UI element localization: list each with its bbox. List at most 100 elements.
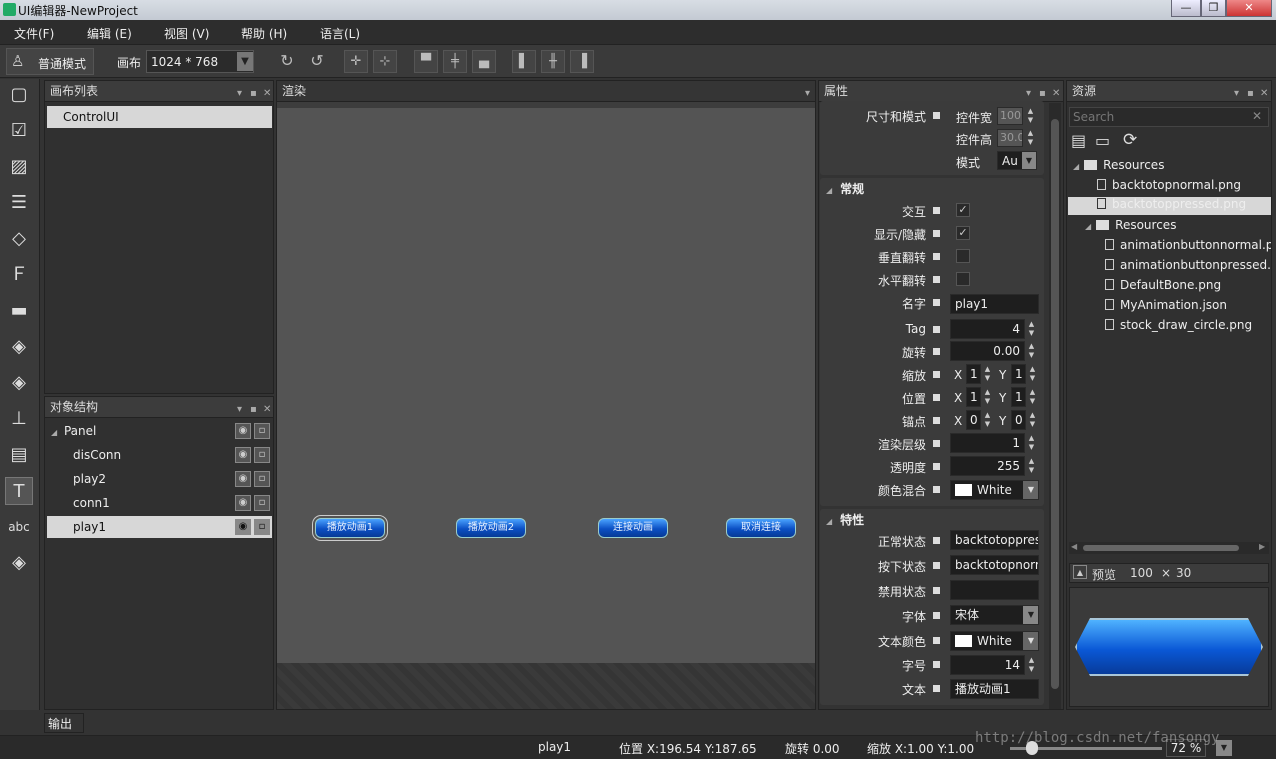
minimize-button[interactable]: — — [1171, 0, 1201, 17]
align-bottom-icon[interactable]: ▄ — [472, 50, 496, 73]
scale-y-input[interactable]: 1 — [1011, 364, 1026, 384]
rotate-ccw-icon[interactable]: ↺ — [305, 50, 329, 73]
spinner-icon[interactable]: ▲ ▼ — [1025, 107, 1036, 125]
open-folder-icon[interactable]: ▭ — [1095, 131, 1110, 150]
visibility-eye-icon[interactable]: ◉ — [235, 447, 251, 463]
collapse-arrow-icon[interactable]: ◢ — [826, 186, 832, 195]
tag-input[interactable]: 4 — [950, 319, 1025, 339]
text-input[interactable]: 播放动画1 — [950, 679, 1039, 699]
align-right-icon[interactable]: ▐ — [570, 50, 594, 73]
align-top-icon[interactable]: ▀ — [414, 50, 438, 73]
spinner-icon[interactable]: ▲ ▼ — [1025, 129, 1036, 147]
align-middle-icon[interactable]: ⊹ — [373, 50, 397, 73]
spinner-icon[interactable]: ▲ ▼ — [982, 365, 993, 383]
rotate-cw-icon[interactable]: ↻ — [275, 50, 299, 73]
mode-select[interactable]: Au ▼ — [997, 151, 1037, 170]
menu-view[interactable]: 视图 (V) — [164, 25, 209, 42]
tree-row-conn1[interactable]: conn1 ◉ ▫ — [47, 492, 272, 514]
tree-row-play1[interactable]: play1 ◉ ▫ — [47, 516, 272, 538]
spinner-icon[interactable]: ▲ ▼ — [1026, 434, 1037, 452]
menu-help[interactable]: 帮助 (H) — [241, 25, 287, 42]
scrollbar-thumb[interactable] — [1051, 119, 1059, 689]
close-icon[interactable]: ✕ — [1052, 84, 1060, 104]
canvas-button-disconn[interactable]: 取消连接 — [726, 518, 796, 538]
stack-widget-icon[interactable]: ◈ — [5, 549, 33, 577]
zorder-input[interactable]: 1 — [950, 433, 1025, 453]
spinner-icon[interactable]: ▲ ▼ — [1026, 457, 1037, 475]
search-input[interactable] — [1070, 108, 1248, 126]
tree-file-item[interactable]: backtotopnormal.png — [1097, 178, 1241, 192]
font-select[interactable]: 宋体 ▼ — [950, 605, 1039, 625]
visibility-eye-icon[interactable]: ◉ — [235, 423, 251, 439]
lock-box-icon[interactable]: ▫ — [254, 519, 270, 535]
spinner-icon[interactable]: ▲ ▼ — [1027, 388, 1038, 406]
refresh-icon[interactable]: ⟳ — [1123, 130, 1137, 150]
scale-x-input[interactable]: 1 — [966, 364, 981, 384]
spinner-icon[interactable]: ▲ ▼ — [982, 411, 993, 429]
new-file-icon[interactable]: ▤ — [1071, 131, 1086, 150]
close-icon[interactable]: ✕ — [1260, 84, 1268, 104]
tree-file-item[interactable]: MyAnimation.json — [1105, 298, 1227, 312]
spinner-icon[interactable]: ▲ ▼ — [1026, 320, 1037, 338]
layers-widget-icon[interactable]: ◈ — [5, 333, 33, 361]
opacity-input[interactable]: 255 — [950, 456, 1025, 476]
position-x-input[interactable]: 1 — [966, 387, 981, 407]
expand-arrow-icon[interactable]: ◢ — [1073, 162, 1079, 171]
chevron-down-icon[interactable]: ▼ — [1023, 606, 1038, 624]
hflip-checkbox[interactable] — [956, 272, 970, 286]
mode-button[interactable]: ♙ 普通模式 — [6, 48, 94, 75]
vflip-checkbox[interactable] — [956, 249, 970, 263]
show-hide-checkbox[interactable]: ✓ — [956, 226, 970, 240]
text-color-select[interactable]: White ▼ — [950, 631, 1039, 651]
chevron-down-icon[interactable]: ▼ — [1023, 632, 1038, 650]
anchor-x-input[interactable]: 0 — [966, 410, 981, 430]
visibility-eye-icon[interactable]: ◉ — [235, 519, 251, 535]
canvas-button-conn1[interactable]: 连接动画 — [598, 518, 668, 538]
checkbox-widget-icon[interactable]: ☑ — [5, 117, 33, 145]
list-widget-icon[interactable]: ☰ — [5, 189, 33, 217]
lock-box-icon[interactable]: ▫ — [254, 447, 270, 463]
tree-folder-resources[interactable]: ◢ Resources — [1073, 158, 1164, 172]
collapse-arrow-icon[interactable]: ◢ — [826, 517, 832, 526]
font-widget-icon[interactable]: Ｆ — [5, 261, 33, 289]
output-tab[interactable]: 输出 — [44, 713, 84, 733]
chevron-down-icon[interactable]: ▼ — [1022, 152, 1036, 169]
tree-row-disconn[interactable]: disConn ◉ ▫ — [47, 444, 272, 466]
chevron-down-icon[interactable]: ▼ — [1023, 481, 1038, 499]
height-input[interactable]: 30.0 — [997, 129, 1023, 147]
tree-folder-resources-sub[interactable]: ◢ Resources — [1085, 218, 1176, 232]
normal-state-input[interactable]: backtotoppressed.png — [950, 530, 1039, 550]
menu-language[interactable]: 语言(L) — [320, 25, 360, 42]
canvas-button-play1[interactable]: 播放动画1 — [312, 515, 388, 541]
scroll-left-icon[interactable]: ◀ — [1071, 542, 1077, 551]
scrollbar-thumb[interactable] — [1083, 545, 1239, 551]
panel-menu-icon[interactable]: ▾ — [1234, 84, 1239, 104]
lock-box-icon[interactable]: ▫ — [254, 423, 270, 439]
visibility-eye-icon[interactable]: ◉ — [235, 495, 251, 511]
resource-search-box[interactable]: ✕ — [1069, 107, 1269, 127]
blend-color-select[interactable]: White ▼ — [950, 480, 1039, 500]
tree-file-item-selected[interactable]: backtotoppressed.png — [1068, 197, 1271, 215]
chevron-down-icon[interactable]: ▼ — [237, 52, 253, 71]
panel-menu-icon[interactable]: ▾ — [237, 400, 242, 420]
tree-file-item[interactable]: stock_draw_circle.png — [1105, 318, 1252, 332]
spinner-icon[interactable]: ▲ ▼ — [1026, 342, 1037, 360]
visibility-eye-icon[interactable]: ◉ — [235, 471, 251, 487]
canvas-size-select[interactable]: 1024 * 768 ▼ — [146, 50, 254, 73]
close-icon[interactable]: ✕ — [263, 84, 271, 104]
close-icon[interactable]: ✕ — [263, 400, 271, 420]
expand-arrow-icon[interactable]: ◢ — [51, 428, 57, 437]
clear-search-icon[interactable]: ✕ — [1252, 109, 1262, 123]
close-button[interactable]: ✕ — [1226, 0, 1272, 17]
maximize-button[interactable]: ❐ — [1201, 0, 1226, 17]
rotate-input[interactable]: 0.00 — [950, 341, 1025, 361]
text-widget-icon[interactable]: T — [5, 477, 33, 505]
lock-box-icon[interactable]: ▫ — [254, 495, 270, 511]
name-input[interactable]: play1 — [950, 294, 1039, 314]
spinner-icon[interactable]: ▲ ▼ — [982, 388, 993, 406]
align-center-icon[interactable]: ✛ — [344, 50, 368, 73]
lock-box-icon[interactable]: ▫ — [254, 471, 270, 487]
align-hcenter-icon[interactable]: ╫ — [541, 50, 565, 73]
pin-icon[interactable]: ▪ — [250, 400, 257, 420]
collapse-arrow-icon[interactable]: ▲ — [1073, 565, 1087, 579]
